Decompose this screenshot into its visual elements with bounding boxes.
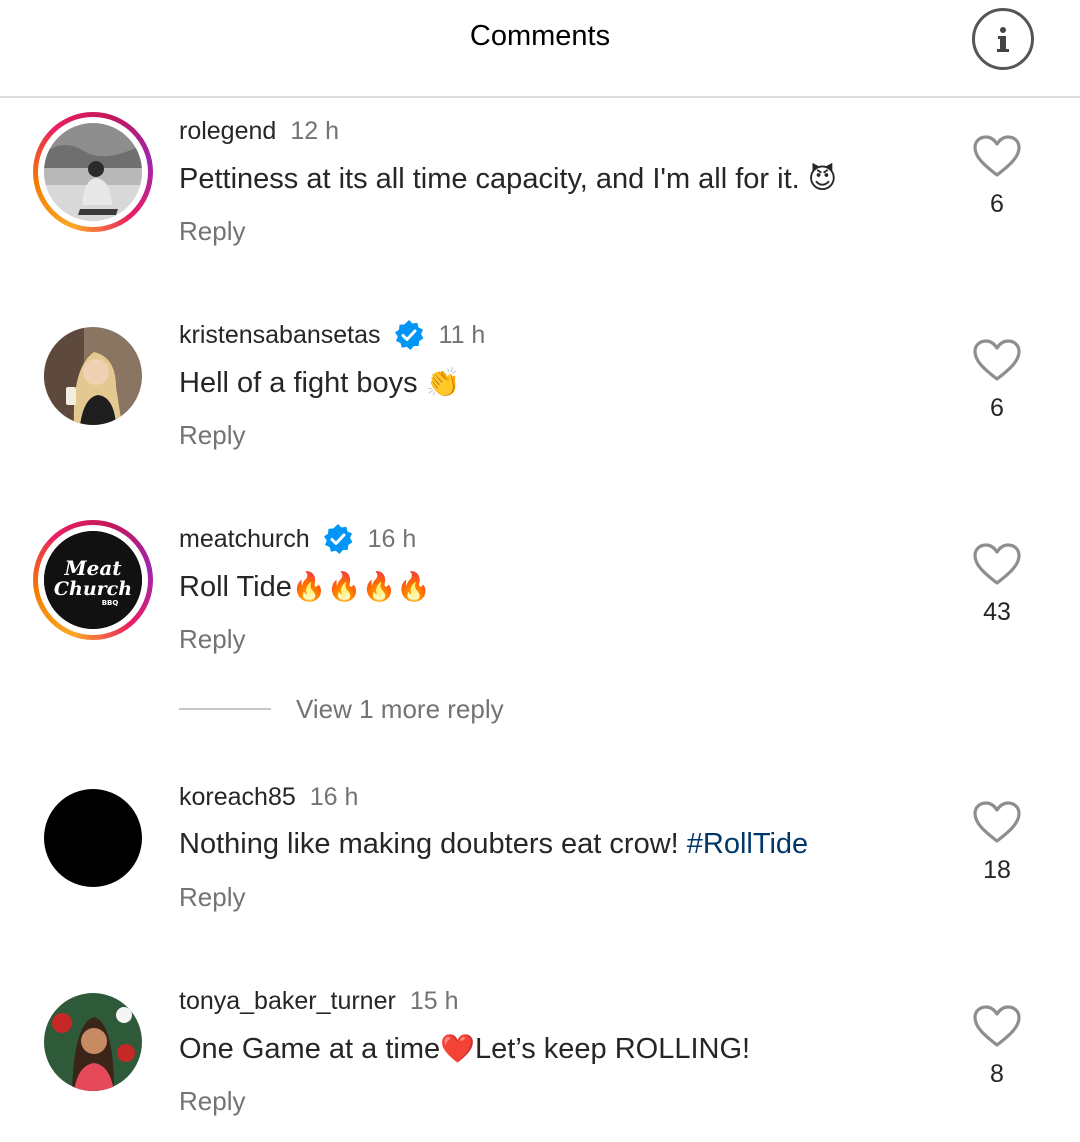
info-button[interactable]	[972, 8, 1034, 70]
svg-text:Church: Church	[54, 578, 132, 600]
like-count: 6	[990, 394, 1004, 422]
divider-line	[179, 708, 271, 710]
comment-username[interactable]: koreach85	[179, 783, 296, 812]
comment-username[interactable]: meatchurch	[179, 525, 310, 554]
avatar-story-ring[interactable]	[33, 112, 153, 232]
hashtag-link[interactable]: #RollTide	[687, 828, 808, 860]
avatar	[44, 789, 142, 887]
comment-item: tonya_baker_turner 15 h One Game at a ti…	[0, 982, 1080, 1142]
fire-emoji: 🔥🔥🔥🔥	[291, 570, 432, 603]
heart-icon	[973, 339, 1021, 381]
reply-button[interactable]: Reply	[179, 624, 245, 655]
avatar-story-ring[interactable]: Meat Church BBQ	[33, 520, 153, 640]
avatar	[44, 123, 142, 221]
meat-church-logo: Meat Church BBQ	[44, 531, 142, 629]
comment-item: kristensabansetas 11 h Hell of a fight b…	[0, 316, 1080, 476]
like-count: 43	[983, 598, 1011, 626]
like-button[interactable]	[972, 800, 1022, 844]
like-button[interactable]	[972, 1004, 1022, 1048]
avatar	[44, 993, 142, 1091]
avatar	[44, 327, 142, 425]
heart-icon	[973, 1005, 1021, 1047]
like-count: 18	[983, 856, 1011, 884]
red-heart-emoji: ❤️	[440, 1032, 475, 1065]
smiling-devil-emoji: 😈	[807, 162, 837, 195]
like-count: 6	[990, 190, 1004, 218]
info-icon	[997, 27, 1009, 52]
comment-username[interactable]: rolegend	[179, 117, 276, 146]
verified-badge-icon	[323, 524, 353, 554]
comment-time: 16 h	[367, 524, 417, 553]
view-more-replies-label: View 1 more reply	[296, 693, 504, 724]
comment-time: 11 h	[438, 320, 486, 349]
comment-time: 12 h	[290, 116, 339, 145]
comment-item: rolegend 12 h Pettiness at its all time …	[0, 112, 1080, 272]
comment-item: koreach85 16 h Nothing like making doubt…	[0, 778, 1080, 938]
comment-text: Pettiness at its all time capacity, and …	[179, 162, 837, 195]
like-button[interactable]	[972, 338, 1022, 382]
avatar-wrap[interactable]	[33, 778, 153, 898]
comment-text: Roll Tide🔥🔥🔥🔥	[179, 570, 432, 603]
like-button[interactable]	[972, 542, 1022, 586]
reply-button[interactable]: Reply	[179, 1086, 245, 1117]
reply-button[interactable]: Reply	[179, 216, 245, 247]
comment-time: 15 h	[409, 986, 459, 1015]
comment-text: Hell of a fight boys 👏	[179, 366, 461, 399]
comment-text: One Game at a time❤️Let’s keep ROLLING!	[179, 1032, 751, 1065]
verified-badge-icon	[394, 320, 423, 350]
clapping-hands-emoji: 👏	[425, 366, 461, 399]
comment-username[interactable]: tonya_baker_turner	[179, 987, 396, 1016]
avatar-wrap[interactable]	[33, 316, 153, 436]
avatar: Meat Church BBQ	[44, 531, 142, 629]
heart-icon	[973, 801, 1021, 843]
like-count: 8	[990, 1060, 1004, 1088]
comment-text: Nothing like making doubters eat crow! #…	[179, 828, 809, 860]
page-title: Comments	[469, 20, 611, 52]
svg-text:Meat: Meat	[63, 556, 122, 580]
heart-icon	[973, 135, 1021, 177]
comment-time: 16 h	[309, 782, 359, 811]
comment-username[interactable]: kristensabansetas	[179, 321, 381, 350]
comments-header: Comments	[0, 0, 1080, 98]
comment-item: Meat Church BBQ meatchurch 16 h Roll Tid…	[0, 520, 1080, 680]
svg-text:BBQ: BBQ	[102, 599, 119, 607]
reply-button[interactable]: Reply	[179, 882, 245, 913]
view-more-replies-button[interactable]: View 1 more reply	[179, 692, 504, 726]
reply-button[interactable]: Reply	[179, 420, 245, 451]
heart-icon	[973, 543, 1021, 585]
like-button[interactable]	[972, 134, 1022, 178]
avatar-wrap[interactable]	[33, 982, 153, 1102]
